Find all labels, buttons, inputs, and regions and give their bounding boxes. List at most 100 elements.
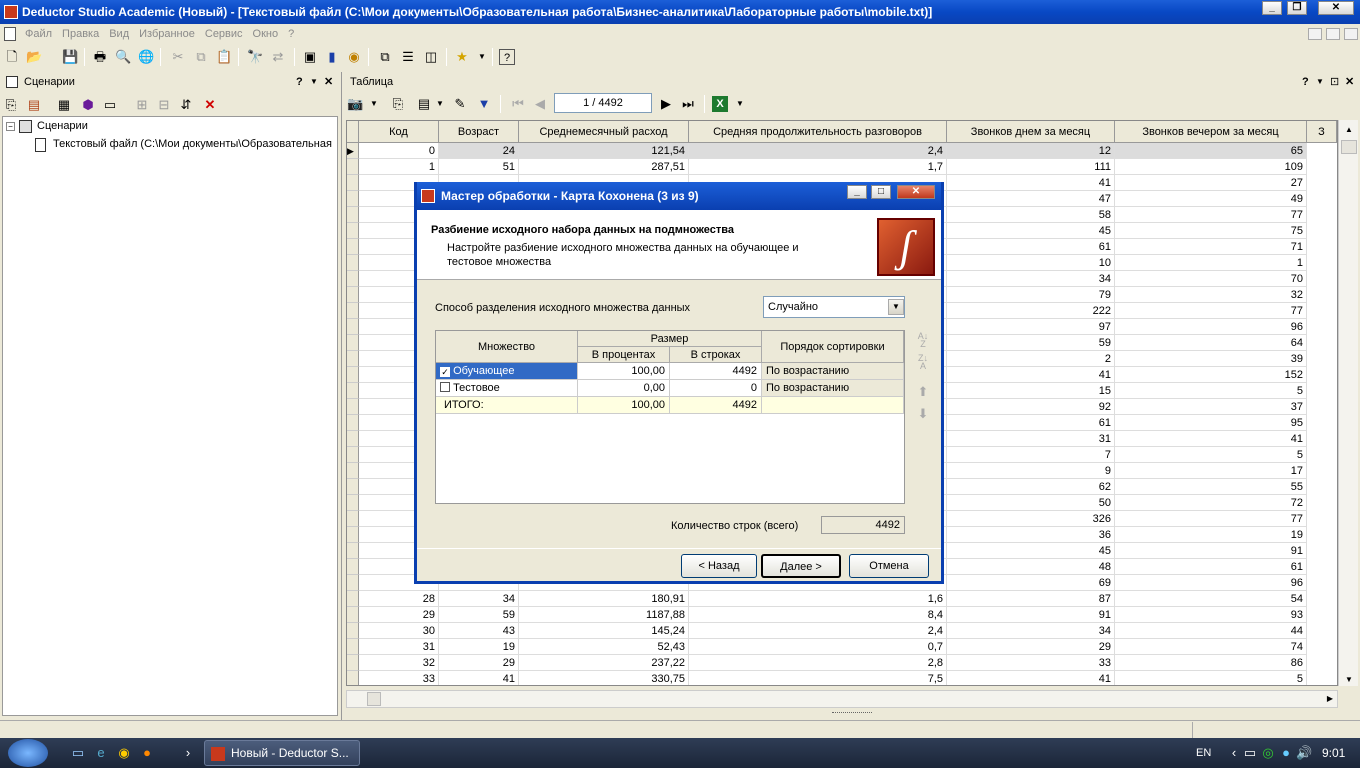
table-cell[interactable]: 19 [439, 639, 519, 655]
row-indicator[interactable] [347, 159, 359, 175]
table-cell[interactable]: 48 [947, 559, 1115, 575]
table-cell[interactable]: 77 [1115, 207, 1307, 223]
row-indicator[interactable] [347, 367, 359, 383]
table-cell[interactable]: 24 [439, 143, 519, 159]
splitter-handle[interactable] [832, 712, 872, 718]
table-cell[interactable]: 45 [947, 543, 1115, 559]
move-up-icon[interactable]: ⬆ [915, 384, 931, 400]
row-indicator[interactable] [347, 319, 359, 335]
row-indicator[interactable] [347, 335, 359, 351]
row-indicator[interactable] [347, 239, 359, 255]
last-record-icon[interactable]: ⏭ [680, 96, 696, 112]
table-cell[interactable]: 2 [947, 351, 1115, 367]
horizontal-scrollbar[interactable]: ▶ [346, 690, 1338, 708]
table-cell[interactable]: 222 [947, 303, 1115, 319]
table-cell[interactable]: 1187,88 [519, 607, 689, 623]
app-launch-icon[interactable]: ◉ [116, 745, 132, 761]
table-cell[interactable]: 19 [1115, 527, 1307, 543]
row-indicator[interactable] [347, 575, 359, 591]
clock[interactable]: 9:01 [1322, 746, 1345, 760]
table-cell[interactable]: 45 [947, 223, 1115, 239]
table-cell[interactable]: 77 [1115, 303, 1307, 319]
row-indicator[interactable] [347, 463, 359, 479]
train-percent[interactable]: 100,00 [578, 363, 670, 380]
panel-menu-icon[interactable]: ▼ [310, 74, 318, 90]
table-cell[interactable]: 29 [947, 639, 1115, 655]
subset-row-test-name[interactable]: Тестовое [436, 380, 578, 397]
tree-collapse-icon[interactable]: ⊟ [156, 97, 172, 113]
dialog-maximize-button[interactable]: □ [871, 185, 891, 199]
column-header[interactable]: Звонков днем за месяц [947, 121, 1115, 143]
table-cell[interactable]: 62 [947, 479, 1115, 495]
mdi-minimize-button[interactable] [1308, 28, 1322, 40]
start-button[interactable] [8, 739, 48, 767]
column-header[interactable]: Средняя продолжительность разговоров [689, 121, 947, 143]
row-indicator[interactable] [347, 447, 359, 463]
row-indicator[interactable] [347, 207, 359, 223]
chevron-down-icon[interactable]: ▼ [888, 299, 904, 315]
table-cell[interactable]: 180,91 [519, 591, 689, 607]
print-icon[interactable]: 🖶 [92, 49, 108, 65]
tray-green-icon[interactable]: ◎ [1260, 745, 1276, 761]
train-order[interactable]: По возрастанию [762, 363, 904, 380]
table-cell[interactable]: 59 [439, 607, 519, 623]
table-cell[interactable]: 34 [947, 271, 1115, 287]
scenario-icon[interactable]: ▣ [302, 49, 318, 65]
sort-ascending-icon[interactable]: A↓ Z [915, 332, 931, 349]
table-cell[interactable]: 41 [947, 175, 1115, 191]
test-checkbox[interactable] [440, 382, 450, 392]
table-cell[interactable]: 12 [947, 143, 1115, 159]
paste-icon[interactable]: 📋 [216, 49, 232, 65]
cancel-button[interactable]: Отмена [849, 554, 929, 578]
row-indicator[interactable] [347, 223, 359, 239]
find-icon[interactable]: 🔭 [247, 49, 263, 65]
table-cell[interactable]: 2,4 [689, 623, 947, 639]
table-cell[interactable]: 41 [1115, 431, 1307, 447]
row-indicator[interactable] [347, 191, 359, 207]
table-cell[interactable]: 55 [1115, 479, 1307, 495]
current-row-indicator[interactable]: ▶ [347, 143, 359, 159]
test-rows[interactable]: 0 [670, 380, 762, 397]
tile-vertical-icon[interactable]: ◫ [423, 49, 439, 65]
new-file-icon[interactable]: 🗋 [4, 49, 20, 65]
table-cell[interactable]: 96 [1115, 319, 1307, 335]
table-cell[interactable]: 72 [1115, 495, 1307, 511]
menu-item[interactable]: ? [288, 28, 294, 40]
table-cell[interactable]: 59 [947, 335, 1115, 351]
next-record-icon[interactable]: ▶ [658, 96, 674, 112]
table-cell[interactable]: 32 [359, 655, 439, 671]
chevron-down-icon[interactable]: ▼ [432, 96, 448, 112]
menu-item[interactable]: Окно [253, 28, 279, 40]
table-cell[interactable]: 1 [1115, 255, 1307, 271]
wizard-processing-icon[interactable]: ▤ [26, 97, 42, 113]
table-cell[interactable]: 39 [1115, 351, 1307, 367]
close-button[interactable]: ✕ [1318, 1, 1354, 15]
table-panel-float-icon[interactable]: ⊡ [1330, 74, 1339, 90]
row-indicator[interactable] [347, 271, 359, 287]
tree-expand-icon[interactable]: ⊞ [134, 97, 150, 113]
favorites-star-icon[interactable]: ★ [454, 49, 470, 65]
table-cell[interactable]: 41 [947, 367, 1115, 383]
show-desktop-icon[interactable]: ▭ [70, 745, 86, 761]
table-cell[interactable]: 91 [1115, 543, 1307, 559]
table-cell[interactable]: 7,5 [689, 671, 947, 685]
table-cell[interactable]: 47 [947, 191, 1115, 207]
panel-help-icon[interactable]: ? [296, 74, 303, 90]
table-cell[interactable]: 27 [1115, 175, 1307, 191]
replace-icon[interactable]: ⇄ [270, 49, 286, 65]
row-indicator[interactable] [347, 287, 359, 303]
table-cell[interactable]: 330,75 [519, 671, 689, 685]
chevron-down-icon[interactable]: ▼ [366, 96, 382, 112]
table-cell[interactable]: 61 [1115, 559, 1307, 575]
table-cell[interactable]: 28 [359, 591, 439, 607]
save-icon[interactable]: 💾 [62, 49, 78, 65]
test-percent[interactable]: 0,00 [578, 380, 670, 397]
row-indicator[interactable] [347, 255, 359, 271]
menu-item[interactable]: Файл [25, 28, 52, 40]
row-indicator[interactable] [347, 607, 359, 623]
row-indicator[interactable] [347, 655, 359, 671]
row-indicator[interactable] [347, 559, 359, 575]
mdi-restore-button[interactable] [1326, 28, 1340, 40]
table-cell[interactable]: 36 [947, 527, 1115, 543]
table-cell[interactable]: 10 [947, 255, 1115, 271]
